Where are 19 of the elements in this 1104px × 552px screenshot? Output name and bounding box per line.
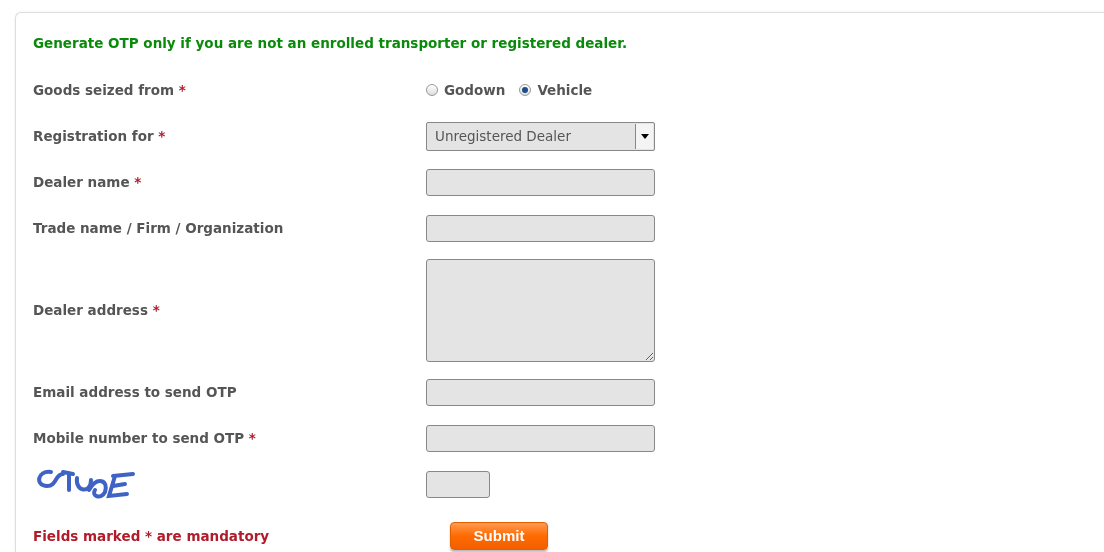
field-label: Trade name / Firm / Organization [33, 219, 285, 239]
field-label: Goods seized from * [33, 81, 187, 101]
field-label: Registration for * [33, 127, 167, 147]
field-label: Email address to send OTP [33, 383, 238, 403]
dropdown[interactable]: Unregistered Dealer [426, 121, 655, 151]
notice-text: Generate OTP only if you are not an enrolled transporter or registered dealer. [33, 34, 629, 53]
field-label: Dealer address * [33, 301, 161, 321]
radio-option[interactable]: Godown [426, 80, 506, 101]
address-field[interactable] [426, 258, 655, 362]
input-field[interactable] [426, 378, 655, 406]
input-field[interactable] [426, 424, 655, 452]
input-field[interactable] [426, 214, 655, 242]
captcha-field[interactable] [426, 470, 490, 498]
caret-icon [640, 133, 649, 139]
field-label: Dealer name * [33, 173, 143, 193]
mandatory-note: Fields marked * are mandatory [33, 527, 271, 547]
input-field[interactable] [426, 168, 655, 196]
radio-option[interactable]: Vehicle [519, 80, 593, 101]
field-label: Mobile number to send OTP * [33, 429, 257, 449]
